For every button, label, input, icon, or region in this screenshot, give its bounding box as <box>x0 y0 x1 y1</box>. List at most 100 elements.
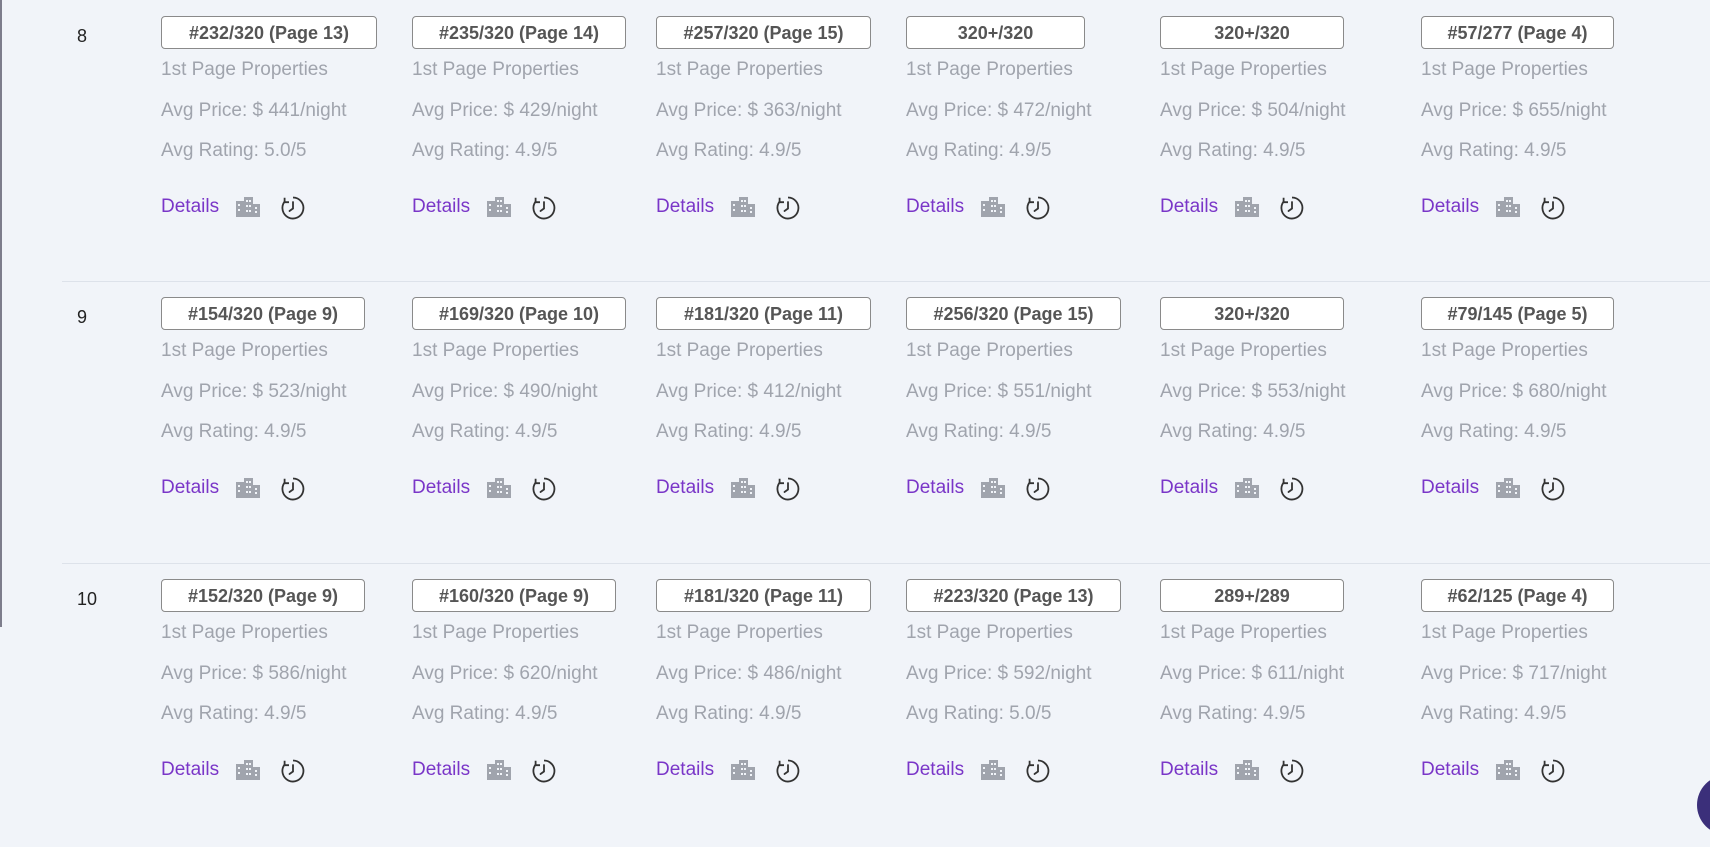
building-icon[interactable] <box>486 476 512 500</box>
avg-rating: Avg Rating: 4.9/5 <box>161 703 307 724</box>
first-page-properties-label: 1st Page Properties <box>1421 59 1588 80</box>
ranking-cell: 289+/289 1st Page Properties Avg Price: $ … <box>1160 579 1344 784</box>
avg-price: Avg Price: $ 472/night <box>906 100 1092 121</box>
avg-price: Avg Price: $ 486/night <box>656 663 842 684</box>
history-icon[interactable] <box>1279 195 1305 220</box>
stats-block: 1st Page Properties Avg Price: $ 611/nigh… <box>1160 616 1344 734</box>
avg-price: Avg Price: $ 717/night <box>1421 663 1607 684</box>
details-link[interactable]: Details <box>161 477 219 499</box>
details-link[interactable]: Details <box>412 477 470 499</box>
details-link[interactable]: Details <box>1421 759 1479 781</box>
building-icon[interactable] <box>235 758 261 782</box>
building-icon[interactable] <box>1234 758 1260 782</box>
rank-badge: #257/320 (Page 15) <box>656 16 871 49</box>
stats-block: 1st Page Properties Avg Price: $ 412/nigh… <box>656 334 871 452</box>
history-icon[interactable] <box>1540 758 1566 783</box>
rank-badge: 320+/320 <box>906 16 1085 49</box>
building-icon[interactable] <box>980 195 1006 219</box>
ranking-cell: #160/320 (Page 9) 1st Page Properties Avg … <box>412 579 616 784</box>
cell-actions: Details <box>1160 474 1346 502</box>
first-page-properties-label: 1st Page Properties <box>1160 59 1327 80</box>
building-icon[interactable] <box>1234 476 1260 500</box>
ranking-cell: #79/145 (Page 5) 1st Page Properties Avg P… <box>1421 297 1614 502</box>
building-icon[interactable] <box>486 758 512 782</box>
avg-price: Avg Price: $ 441/night <box>161 100 347 121</box>
avg-rating: Avg Rating: 4.9/5 <box>656 703 802 724</box>
history-icon[interactable] <box>280 195 306 220</box>
history-icon[interactable] <box>1540 195 1566 220</box>
cell-actions: Details <box>412 474 626 502</box>
rank-badge: #57/277 (Page 4) <box>1421 16 1614 49</box>
building-icon[interactable] <box>235 476 261 500</box>
history-icon[interactable] <box>1025 195 1051 220</box>
building-icon[interactable] <box>730 476 756 500</box>
row-number: 9 <box>77 307 88 327</box>
avg-price: Avg Price: $ 611/night <box>1160 663 1345 684</box>
building-icon[interactable] <box>1234 195 1260 219</box>
details-link[interactable]: Details <box>1421 477 1479 499</box>
details-link[interactable]: Details <box>906 196 964 218</box>
history-icon[interactable] <box>1279 476 1305 501</box>
rank-badge: #223/320 (Page 13) <box>906 579 1121 612</box>
avg-price: Avg Price: $ 523/night <box>161 381 347 402</box>
building-icon[interactable] <box>730 758 756 782</box>
history-icon[interactable] <box>531 758 557 783</box>
ranking-cell: #169/320 (Page 10) 1st Page Properties Avg… <box>412 297 626 502</box>
avg-price: Avg Price: $ 412/night <box>656 381 842 402</box>
first-page-properties-label: 1st Page Properties <box>1421 622 1588 643</box>
building-icon[interactable] <box>1495 195 1521 219</box>
first-page-properties-label: 1st Page Properties <box>1421 340 1588 361</box>
details-link[interactable]: Details <box>412 759 470 781</box>
details-link[interactable]: Details <box>161 759 219 781</box>
details-link[interactable]: Details <box>1160 196 1218 218</box>
ranking-cell: #181/320 (Page 11) 1st Page Properties Avg… <box>656 297 871 502</box>
row-divider <box>62 563 1710 564</box>
stats-block: 1st Page Properties Avg Price: $ 472/nigh… <box>906 53 1092 171</box>
details-link[interactable]: Details <box>1421 196 1479 218</box>
details-link[interactable]: Details <box>906 759 964 781</box>
table-row: 10 #152/320 (Page 9) 1st Page Properties Av… <box>0 563 1710 847</box>
history-icon[interactable] <box>1279 758 1305 783</box>
history-icon[interactable] <box>1540 476 1566 501</box>
details-link[interactable]: Details <box>656 759 714 781</box>
details-link[interactable]: Details <box>656 477 714 499</box>
building-icon[interactable] <box>730 195 756 219</box>
details-link[interactable]: Details <box>1160 477 1218 499</box>
avg-price: Avg Price: $ 504/night <box>1160 100 1346 121</box>
history-icon[interactable] <box>1025 758 1051 783</box>
table-row: 8 #232/320 (Page 13) 1st Page Properties Av… <box>0 0 1710 281</box>
cell-actions: Details <box>161 474 365 502</box>
history-icon[interactable] <box>1025 476 1051 501</box>
history-icon[interactable] <box>775 476 801 501</box>
stats-block: 1st Page Properties Avg Price: $ 429/nigh… <box>412 53 626 171</box>
cell-actions: Details <box>1421 474 1614 502</box>
details-link[interactable]: Details <box>161 196 219 218</box>
details-link[interactable]: Details <box>656 196 714 218</box>
first-page-properties-label: 1st Page Properties <box>1160 622 1327 643</box>
history-icon[interactable] <box>775 195 801 220</box>
details-link[interactable]: Details <box>906 477 964 499</box>
history-icon[interactable] <box>531 195 557 220</box>
cell-actions: Details <box>1421 756 1614 784</box>
avg-rating: Avg Rating: 4.9/5 <box>1421 703 1567 724</box>
building-icon[interactable] <box>980 758 1006 782</box>
stats-block: 1st Page Properties Avg Price: $ 504/nigh… <box>1160 53 1346 171</box>
rank-badge: #154/320 (Page 9) <box>161 297 365 330</box>
history-icon[interactable] <box>280 758 306 783</box>
history-icon[interactable] <box>531 476 557 501</box>
cell-actions: Details <box>656 756 871 784</box>
details-link[interactable]: Details <box>1160 759 1218 781</box>
building-icon[interactable] <box>486 195 512 219</box>
avg-price: Avg Price: $ 553/night <box>1160 381 1346 402</box>
avg-rating: Avg Rating: 4.9/5 <box>1160 703 1306 724</box>
details-link[interactable]: Details <box>412 196 470 218</box>
avg-rating: Avg Rating: 4.9/5 <box>656 421 802 442</box>
history-icon[interactable] <box>280 476 306 501</box>
history-icon[interactable] <box>775 758 801 783</box>
building-icon[interactable] <box>1495 758 1521 782</box>
building-icon[interactable] <box>235 195 261 219</box>
building-icon[interactable] <box>980 476 1006 500</box>
building-icon[interactable] <box>1495 476 1521 500</box>
avg-price: Avg Price: $ 490/night <box>412 381 598 402</box>
first-page-properties-label: 1st Page Properties <box>906 340 1073 361</box>
